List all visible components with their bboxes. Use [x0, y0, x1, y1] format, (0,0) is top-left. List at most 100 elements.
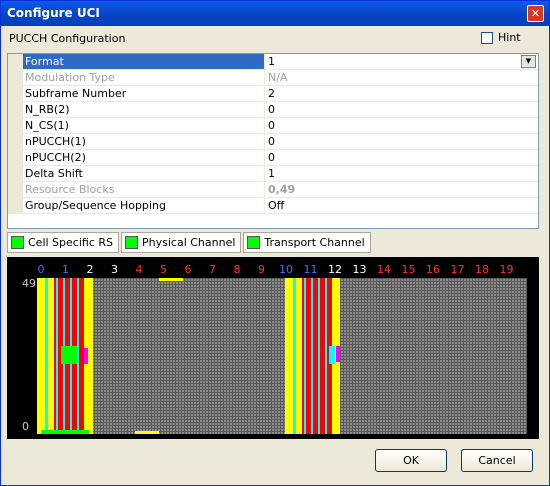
- property-value[interactable]: Off: [265, 198, 538, 214]
- ok-button[interactable]: OK: [375, 449, 447, 472]
- legend-transport-channel[interactable]: Transport Channel: [243, 232, 371, 253]
- legend-swatch: [247, 236, 261, 249]
- resource-grid: [37, 278, 527, 434]
- property-name: Subframe Number: [23, 86, 265, 102]
- slot-label: 19: [499, 263, 514, 276]
- row-gutter: [8, 134, 23, 150]
- property-row-delta-shift[interactable]: Delta Shift 1: [8, 166, 538, 182]
- slot-label: 16: [426, 263, 440, 276]
- slot-label: 8: [233, 263, 241, 276]
- property-value: 1: [268, 55, 275, 68]
- legend-physical-channel[interactable]: Physical Channel: [121, 232, 242, 253]
- format-select[interactable]: 1 ▼: [265, 54, 538, 70]
- property-row-modulation-type: Modulation Type N/A: [8, 70, 538, 86]
- reference-signal-marker: [159, 278, 183, 281]
- property-name: nPUCCH(1): [23, 134, 265, 150]
- cell-specific-rs-block: [61, 346, 77, 364]
- checkbox-icon[interactable]: [481, 31, 493, 44]
- property-row-format[interactable]: Format 1 ▼: [8, 54, 538, 70]
- reference-signal-block: [285, 278, 293, 434]
- property-row-n-rb-2[interactable]: N_RB(2) 0: [8, 102, 538, 118]
- property-value[interactable]: 2: [265, 86, 538, 102]
- legend-cell-specific-rs[interactable]: Cell Specific RS: [7, 232, 119, 253]
- window-title: Configure UCI: [7, 6, 100, 20]
- title-bar[interactable]: Configure UCI ✕: [1, 1, 549, 26]
- hint-checkbox[interactable]: Hint: [481, 31, 521, 44]
- cyan-column: [325, 278, 327, 434]
- row-gutter: [8, 166, 23, 182]
- slot-label: 10: [279, 263, 293, 276]
- legend-label: Physical Channel: [142, 236, 236, 249]
- property-name: Delta Shift: [23, 166, 265, 182]
- slot-label: 0: [37, 263, 45, 276]
- slot-label: 2: [86, 263, 94, 276]
- hint-label: Hint: [498, 31, 521, 44]
- property-row-group-sequence-hopping[interactable]: Group/Sequence Hopping Off: [8, 198, 538, 214]
- slot-label: 15: [401, 263, 416, 276]
- close-icon[interactable]: ✕: [527, 5, 544, 22]
- slot-label: 14: [377, 263, 391, 276]
- property-row-n-cs-1[interactable]: N_CS(1) 0: [8, 118, 538, 134]
- row-gutter: [8, 102, 23, 118]
- slot-label: 4: [135, 263, 143, 276]
- reference-signal-marker: [135, 431, 159, 434]
- slot-label: 11: [303, 263, 318, 276]
- cyan-column: [77, 278, 79, 434]
- y-axis-top-label: 49: [22, 277, 36, 290]
- reference-signal-block: [37, 278, 45, 434]
- slot-label: 18: [475, 263, 489, 276]
- chevron-down-icon[interactable]: ▼: [521, 55, 536, 68]
- magenta-marker: [336, 346, 340, 362]
- property-name: Modulation Type: [23, 70, 265, 86]
- slot-label: 17: [450, 263, 465, 276]
- cyan-column: [311, 278, 313, 434]
- property-value[interactable]: 0: [265, 150, 538, 166]
- configure-uci-window: Configure UCI ✕ PUCCH Configuration Hint…: [0, 0, 550, 486]
- pucch-configuration-label: PUCCH Configuration: [9, 32, 126, 45]
- property-value: N/A: [265, 70, 538, 86]
- row-gutter: [8, 198, 23, 214]
- property-name: N_CS(1): [23, 118, 265, 134]
- slot-label: 3: [111, 263, 118, 276]
- property-row-npucch-1[interactable]: nPUCCH(1) 0: [8, 134, 538, 150]
- property-value: 0,49: [265, 182, 538, 198]
- slot-label: 7: [209, 263, 216, 276]
- property-name: nPUCCH(2): [23, 150, 265, 166]
- slot-label: 13: [352, 263, 367, 276]
- property-value[interactable]: 0: [265, 134, 538, 150]
- row-gutter: [8, 86, 23, 102]
- row-gutter: [8, 70, 23, 86]
- property-name: Format: [23, 54, 265, 70]
- cancel-button[interactable]: Cancel: [461, 449, 533, 472]
- property-value[interactable]: 1: [265, 166, 538, 182]
- property-name: N_RB(2): [23, 102, 265, 118]
- cyan-marker: [329, 346, 335, 364]
- property-name: Resource Blocks: [23, 182, 265, 198]
- legend-label: Cell Specific RS: [28, 236, 113, 249]
- slot-label: 6: [184, 263, 192, 276]
- legend-swatch: [125, 236, 138, 249]
- legend-label: Transport Channel: [264, 236, 365, 249]
- cyan-column: [318, 278, 320, 434]
- row-gutter: [8, 150, 23, 166]
- cyan-column: [56, 278, 58, 434]
- row-gutter: [8, 182, 23, 198]
- property-row-npucch-2[interactable]: nPUCCH(2) 0: [8, 150, 538, 166]
- resource-grid-plot: 0 1 2 3 4 5 6 7 8 9 10 11 12 13 14 15 16 17 18 19 49 0: [7, 257, 539, 439]
- property-name: Group/Sequence Hopping: [23, 198, 265, 214]
- legend-bar: Cell Specific RS Physical Channel Transp…: [7, 232, 371, 253]
- legend-swatch: [11, 236, 24, 249]
- row-gutter: [8, 54, 23, 70]
- property-grid: Format 1 ▼ Modulation Type N/A Subframe …: [7, 53, 539, 229]
- property-row-subframe-number[interactable]: Subframe Number 2: [8, 86, 538, 102]
- cell-specific-rs-block: [41, 430, 89, 434]
- property-value[interactable]: 0: [265, 102, 538, 118]
- pucch-block: [302, 278, 332, 434]
- property-row-resource-blocks: Resource Blocks 0,49: [8, 182, 538, 198]
- magenta-marker: [84, 348, 88, 364]
- slot-label: 1: [62, 263, 69, 276]
- cyan-column: [304, 278, 306, 434]
- slot-label: 9: [258, 263, 265, 276]
- row-gutter: [8, 118, 23, 134]
- property-value[interactable]: 0: [265, 118, 538, 134]
